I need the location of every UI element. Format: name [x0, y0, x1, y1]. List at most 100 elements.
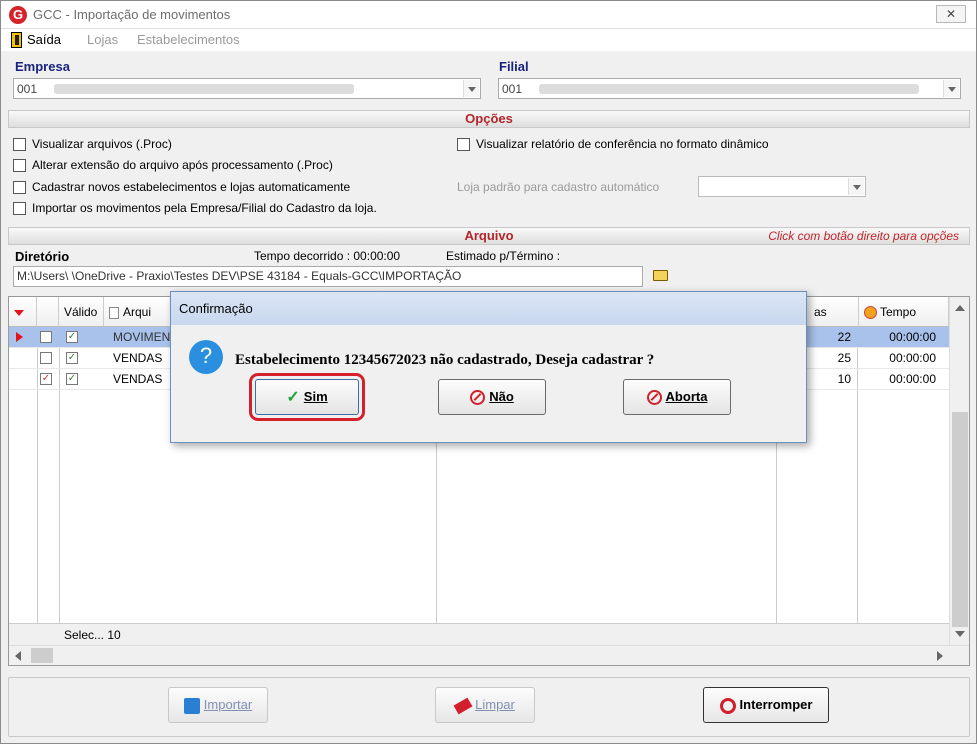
chevron-down-icon[interactable] [848, 178, 864, 195]
empresa-value: 001 [17, 82, 38, 96]
filial-label: Filial [499, 59, 529, 74]
row-checkbox[interactable]: ✓ [40, 373, 52, 385]
interromper-label: Interromper [739, 697, 813, 712]
scroll-left-icon[interactable] [15, 651, 21, 661]
checkbox[interactable] [13, 159, 26, 173]
directory-input[interactable]: M:\Users\ \OneDrive - Praxio\Testes DEV\… [13, 266, 643, 287]
stop-icon [719, 697, 736, 714]
nao-button[interactable]: Não [438, 379, 546, 415]
sim-button[interactable]: ✓ Sim [249, 373, 365, 421]
menu-saida[interactable]: Saída [27, 32, 61, 47]
checkbox[interactable] [13, 202, 26, 216]
grid-footer-count: Selec... 10 [64, 628, 121, 642]
diretorio-label: Diretório [15, 249, 70, 264]
dialog-title: Confirmação [171, 292, 806, 325]
prohibited-icon [470, 390, 486, 406]
prohibited-icon [646, 390, 662, 406]
option-cadastrar-novos[interactable]: Cadastrar novos estabelecimentos e lojas… [13, 180, 350, 196]
arquivo-title: Arquivo [464, 228, 514, 243]
app-logo-icon: G [9, 6, 27, 24]
scroll-down-icon[interactable] [955, 631, 965, 637]
scroll-right-icon[interactable] [937, 651, 943, 661]
check-icon: ✓ [286, 388, 300, 406]
empresa-combo[interactable]: 001 [13, 78, 481, 99]
option-importar-movimentos[interactable]: Importar os movimentos pela Empresa/Fili… [13, 201, 377, 217]
title-bar: G GCC - Importação de movimentos ✕ [1, 1, 976, 29]
current-row-arrow-icon [16, 332, 23, 342]
row-checkbox[interactable] [40, 352, 52, 364]
grid-footer: Selec... 10 [9, 623, 949, 645]
grid-header-tempo-label: Tempo [880, 305, 917, 319]
dialog-message: Estabelecimento 12345672023 não cadastra… [235, 352, 655, 368]
import-icon [183, 697, 200, 714]
option-visualizar-relatorio[interactable]: Visualizar relatório de conferência no f… [457, 137, 769, 153]
arquivo-hint: Click com botão direito para opções [768, 229, 959, 243]
horizontal-scrollbar[interactable] [9, 645, 969, 665]
option-alterar-extensao[interactable]: Alterar extensão do arquivo após process… [13, 158, 333, 174]
filial-combo[interactable]: 001 [498, 78, 961, 99]
checkbox[interactable] [13, 138, 26, 152]
grid-header-tempo[interactable]: Tempo [859, 297, 949, 327]
cell-tempo: 00:00:00 [889, 351, 936, 365]
sort-arrow-icon [14, 310, 24, 316]
folder-open-icon[interactable] [653, 270, 668, 281]
eraser-icon [453, 697, 473, 714]
limpar-button[interactable]: Limpar [435, 687, 535, 723]
chevron-down-icon[interactable] [463, 80, 479, 97]
empresa-label: Empresa [15, 59, 70, 74]
arquivo-header: Arquivo Click com botão direito para opç… [8, 227, 970, 245]
loja-padrao-combo[interactable] [698, 176, 866, 197]
window-title: GCC - Importação de movimentos [33, 7, 231, 22]
hscroll-thumb[interactable] [31, 648, 53, 663]
option-label: Visualizar relatório de conferência no f… [476, 137, 769, 151]
redacted-text [54, 84, 354, 94]
scroll-thumb[interactable] [952, 412, 968, 627]
cell-arquivo: VENDAS [113, 372, 163, 386]
tempo-decorrido: Tempo decorrido : 00:00:00 [254, 249, 401, 263]
opcoes-header: Opções [8, 110, 970, 128]
option-label: Cadastrar novos estabelecimentos e lojas… [32, 180, 351, 194]
loja-padrao-label: Loja padrão para cadastro automático [457, 180, 660, 194]
importar-label: Importar [203, 697, 253, 712]
cell-linhas: 22 [837, 330, 851, 344]
estimado-termino: Estimado p/Término : [446, 249, 561, 263]
cell-linhas: 10 [837, 372, 851, 386]
aborta-button[interactable]: Aborta [623, 379, 731, 415]
grid-header-check[interactable] [37, 297, 59, 327]
valid-checkbox[interactable]: ✓ [66, 352, 78, 364]
valid-checkbox[interactable]: ✓ [66, 373, 78, 385]
limpar-label: Limpar [475, 697, 515, 712]
exit-door-icon [11, 32, 22, 48]
menu-bar: Saída Lojas Estabelecimentos [1, 29, 976, 51]
grid-header-arquivo-label: Arqui [123, 305, 152, 319]
menu-estabelecimentos[interactable]: Estabelecimentos [137, 32, 240, 47]
interromper-button[interactable]: Interromper [703, 687, 829, 723]
option-label: Importar os movimentos pela Empresa/Fili… [32, 201, 377, 215]
option-label: Alterar extensão do arquivo após process… [32, 158, 333, 172]
nao-label: Não [489, 389, 514, 404]
cell-arquivo: MOVIMEN [113, 330, 171, 344]
cell-linhas: 25 [837, 351, 851, 365]
cell-tempo: 00:00:00 [889, 372, 936, 386]
aborta-label: Aborta [665, 389, 708, 404]
checkbox[interactable] [13, 181, 26, 195]
option-visualizar-arquivos[interactable]: Visualizar arquivos (.Proc) [13, 137, 172, 153]
vertical-scrollbar[interactable] [949, 297, 969, 645]
row-checkbox[interactable] [40, 331, 52, 343]
chevron-down-icon[interactable] [943, 80, 959, 97]
close-button[interactable]: ✕ [936, 5, 966, 23]
grid-header-indicator[interactable] [9, 297, 37, 327]
alarm-clock-icon [864, 306, 877, 320]
file-icon [109, 306, 119, 319]
redacted-text [539, 84, 919, 94]
menu-lojas[interactable]: Lojas [87, 32, 118, 47]
checkbox[interactable] [457, 138, 470, 152]
importar-button[interactable]: Importar [168, 687, 268, 723]
scroll-up-icon[interactable] [955, 305, 965, 311]
cell-arquivo: VENDAS [113, 351, 163, 365]
grid-header-valido[interactable]: Válido [59, 297, 104, 327]
valid-checkbox[interactable]: ✓ [66, 331, 78, 343]
question-icon: ? [189, 340, 223, 374]
confirmation-dialog: Confirmação ? Estabelecimento 1234567202… [170, 291, 807, 443]
filial-value: 001 [502, 82, 523, 96]
